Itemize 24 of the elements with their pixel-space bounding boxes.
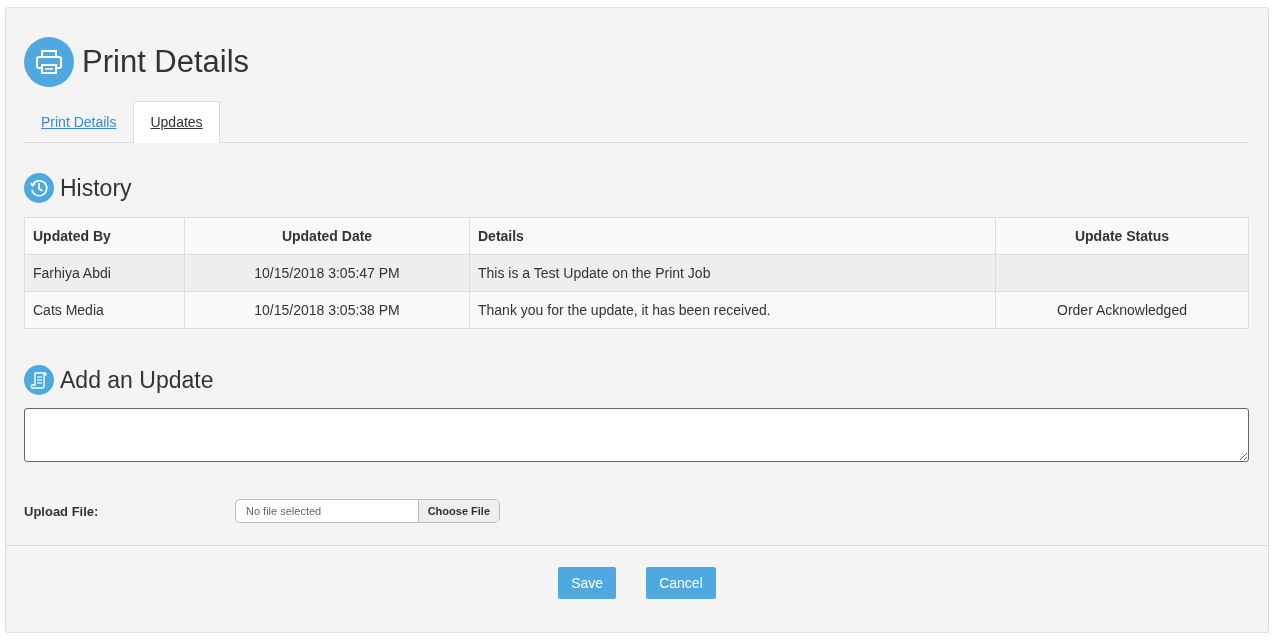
upload-file-label: Upload File:: [24, 503, 100, 519]
tab[interactable]: Updates: [133, 101, 220, 143]
save-button[interactable]: Save: [558, 567, 617, 599]
column-header: Update Status: [995, 217, 1249, 255]
table-cell: 10/15/2018 3:05:38 PM: [184, 291, 470, 329]
table-cell: Order Acknowledged: [1057, 302, 1187, 318]
printer-icon: [24, 37, 74, 87]
table-cell: Cats Media: [24, 291, 185, 329]
tab[interactable]: Print Details: [24, 101, 134, 142]
section-heading: History: [60, 174, 132, 202]
file-input-field[interactable]: No file selected Choose File: [235, 499, 500, 523]
section-heading: Add an Update: [60, 366, 214, 394]
table-cell: This is a Test Update on the Print Job: [469, 254, 996, 292]
scroll-document-icon: [24, 365, 54, 395]
history-icon: [24, 173, 54, 203]
column-header: Updated By: [24, 217, 185, 255]
update-text-area[interactable]: [24, 408, 1249, 462]
page-title: Print Details: [82, 44, 250, 80]
table-cell: Farhiya Abdi: [24, 254, 185, 292]
table-cell: Thank you for the update, it has been received.: [469, 291, 996, 329]
table-cell: 10/15/2018 3:05:47 PM: [184, 254, 470, 292]
column-header: Details: [469, 217, 996, 255]
cancel-button[interactable]: Cancel: [646, 567, 716, 599]
column-header: Updated Date: [184, 217, 470, 255]
